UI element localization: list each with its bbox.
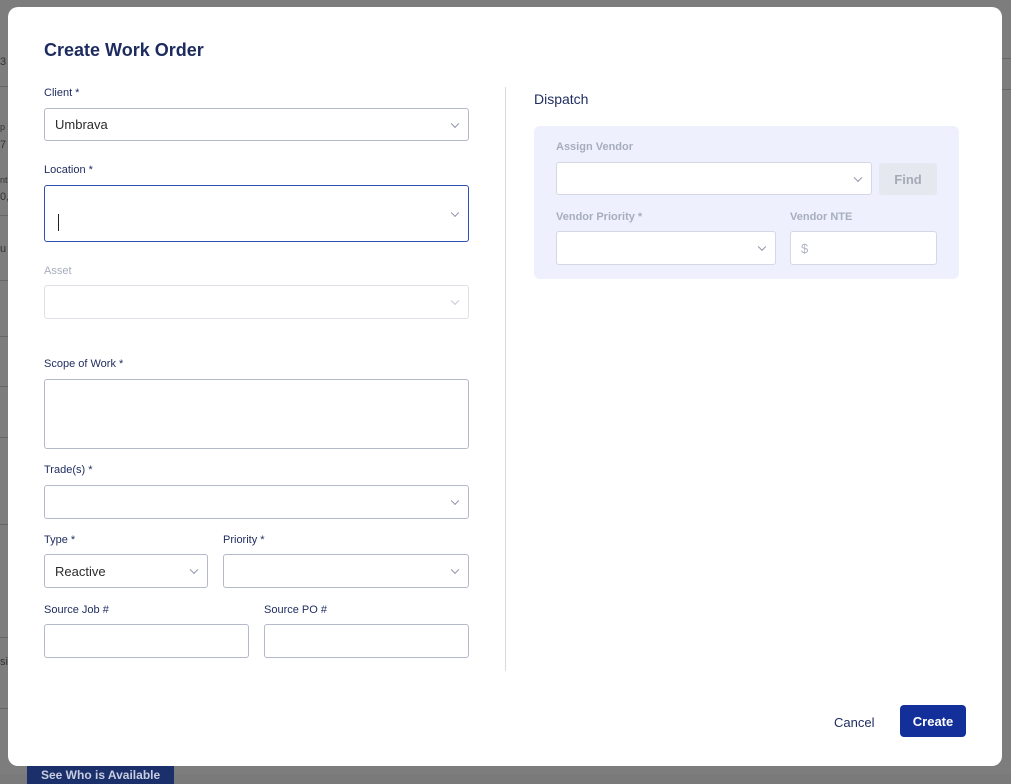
location-select[interactable] <box>44 185 469 242</box>
priority-select[interactable] <box>223 554 469 588</box>
bg-divider <box>0 437 8 438</box>
vendor-priority-select[interactable] <box>556 231 776 265</box>
bg-divider <box>0 386 8 387</box>
column-divider <box>505 87 506 671</box>
bg-divider <box>0 524 8 525</box>
type-select[interactable]: Reactive <box>44 554 208 588</box>
bg-divider <box>1002 89 1011 90</box>
chevron-down-icon <box>189 565 199 575</box>
dispatch-title: Dispatch <box>534 91 589 107</box>
vendor-nte-input[interactable]: $ <box>790 231 937 265</box>
text-cursor <box>58 214 59 231</box>
priority-label: Priority * <box>223 534 265 546</box>
bg-divider <box>0 336 8 337</box>
create-work-order-modal: Create Work Order Client * Umbrava Locat… <box>8 7 1002 766</box>
source-po-label: Source PO # <box>264 604 327 616</box>
assign-vendor-select[interactable] <box>556 162 872 195</box>
chevron-down-icon <box>450 496 460 506</box>
scope-of-work-textarea[interactable] <box>44 379 469 449</box>
chevron-down-icon <box>450 119 460 128</box>
vendor-nte-label: Vendor NTE <box>790 211 853 223</box>
chevron-down-icon <box>853 173 863 182</box>
chevron-down-icon <box>450 565 460 575</box>
bg-divider <box>0 708 8 709</box>
bg-divider <box>0 86 8 87</box>
trades-select[interactable] <box>44 485 469 519</box>
scope-label: Scope of Work * <box>44 358 124 370</box>
vendor-priority-label: Vendor Priority * <box>556 211 643 223</box>
modal-title: Create Work Order <box>44 40 204 60</box>
type-label: Type * <box>44 534 76 546</box>
chevron-down-icon <box>757 242 767 252</box>
assign-vendor-label: Assign Vendor <box>556 141 634 153</box>
cancel-button[interactable]: Cancel <box>834 715 874 730</box>
bg-divider <box>0 637 8 638</box>
find-vendor-button[interactable]: Find <box>879 163 937 195</box>
source-job-label: Source Job # <box>44 604 109 616</box>
source-po-input[interactable] <box>264 624 469 658</box>
bg-divider <box>0 280 8 281</box>
source-job-input[interactable] <box>44 624 249 658</box>
create-button[interactable]: Create <box>900 705 966 737</box>
asset-select[interactable] <box>44 285 469 319</box>
dispatch-panel: Assign Vendor Find Vendor Priority * Ven… <box>534 126 959 279</box>
location-label: Location * <box>44 164 93 176</box>
client-value: Umbrava <box>55 117 108 132</box>
asset-label: Asset <box>44 265 72 277</box>
bg-divider <box>0 215 8 216</box>
chevron-down-icon <box>450 208 460 217</box>
type-value: Reactive <box>55 563 106 579</box>
trades-label: Trade(s) * <box>44 464 93 476</box>
dollar-prefix: $ <box>801 240 809 256</box>
client-label: Client * <box>44 87 80 99</box>
chevron-down-icon <box>450 296 460 306</box>
client-select[interactable]: Umbrava <box>44 108 469 141</box>
see-who-available-button[interactable]: See Who is Available <box>27 764 174 784</box>
bg-divider <box>1002 58 1011 59</box>
